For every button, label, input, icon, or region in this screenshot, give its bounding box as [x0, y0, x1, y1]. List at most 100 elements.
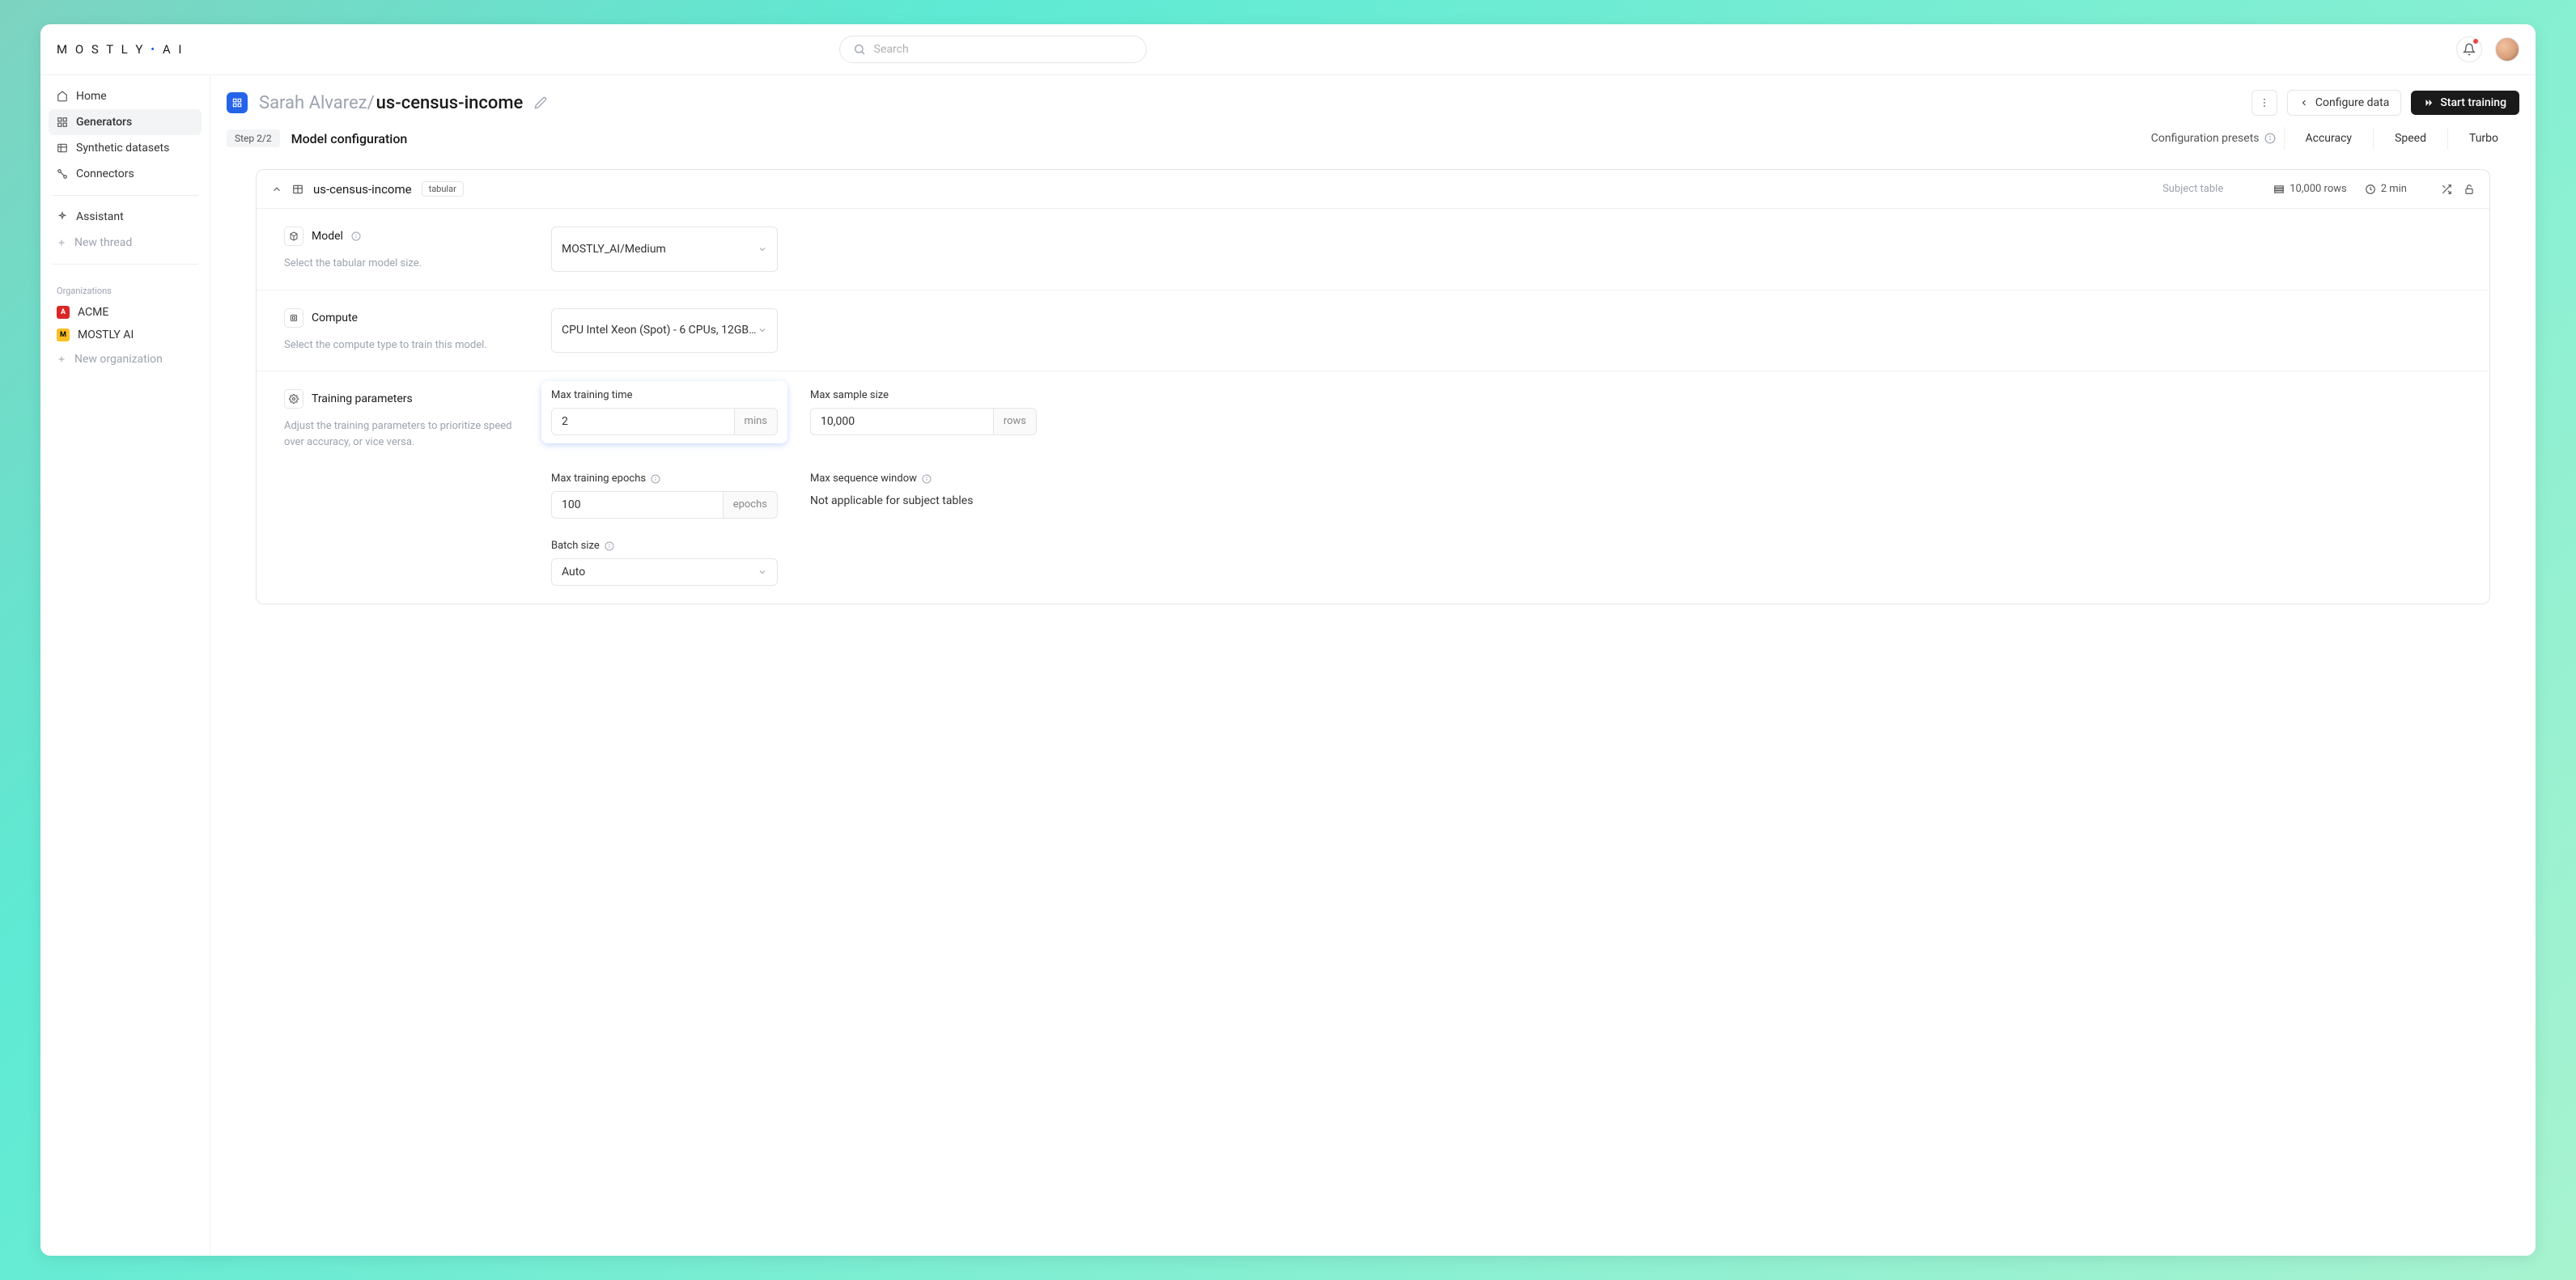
compute-select-value: CPU Intel Xeon (Spot) - 6 CPUs, 12GB… [562, 324, 757, 337]
max-sample-size-label: Max sample size [810, 389, 889, 401]
dots-vertical-icon [2259, 97, 2270, 108]
training-section-icon [284, 389, 303, 409]
table-icon [292, 184, 303, 195]
chevron-down-icon [758, 244, 767, 254]
info-icon[interactable] [922, 474, 932, 484]
chevron-up-icon[interactable] [271, 184, 282, 195]
batch-size-select[interactable]: Auto [551, 558, 778, 586]
info-icon [2264, 133, 2276, 144]
sidebar-item-label: Connectors [76, 167, 134, 180]
new-thread-label: New thread [74, 236, 132, 249]
new-thread-button[interactable]: New thread [49, 230, 202, 256]
generator-icon [227, 92, 248, 113]
rows-icon [2273, 184, 2285, 195]
breadcrumb: Sarah Alvarez/us-census-income [259, 93, 523, 113]
preset-speed[interactable]: Speed [2373, 127, 2447, 150]
configure-data-button[interactable]: Configure data [2287, 90, 2401, 116]
start-training-button[interactable]: Start training [2411, 91, 2519, 115]
clock-icon [2365, 184, 2376, 195]
compute-title: Compute [312, 312, 358, 324]
generators-icon [57, 117, 68, 128]
sidebar-item-assistant[interactable]: Assistant [49, 204, 202, 230]
model-section-icon [284, 227, 303, 246]
max-training-epochs-label: Max training epochs [551, 473, 646, 485]
play-icon [2424, 98, 2434, 108]
info-icon[interactable] [651, 474, 660, 484]
preset-turbo[interactable]: Turbo [2447, 127, 2519, 150]
model-select[interactable]: MOSTLY_AI/Medium [551, 227, 778, 272]
chevron-down-icon [758, 325, 767, 335]
sidebar-item-connectors[interactable]: Connectors [49, 161, 202, 187]
org-label: ACME [78, 306, 108, 319]
model-select-value: MOSTLY_AI/Medium [562, 243, 666, 256]
new-org-label: New organization [74, 353, 163, 366]
edit-icon[interactable] [534, 96, 547, 109]
compute-select[interactable]: CPU Intel Xeon (Spot) - 6 CPUs, 12GB… [551, 308, 778, 354]
org-item-acme[interactable]: A ACME [49, 301, 202, 324]
rows-stat: 10,000 rows [2273, 183, 2346, 195]
plus-icon [57, 354, 66, 364]
org-badge: A [57, 306, 70, 319]
org-label: MOSTLY AI [78, 328, 134, 341]
batch-size-value: Auto [562, 566, 585, 579]
presets-label: Configuration presets [2151, 132, 2276, 145]
max-sample-size-input[interactable] [810, 408, 993, 435]
training-desc: Adjust the training parameters to priori… [284, 418, 519, 450]
generator-name: us-census-income [376, 93, 524, 113]
search-box[interactable] [839, 36, 1147, 63]
owner-name[interactable]: Sarah Alvarez [259, 93, 367, 113]
max-seq-window-label: Max sequence window [810, 473, 917, 485]
max-training-time-input[interactable] [551, 408, 734, 435]
max-training-epochs-input[interactable] [551, 491, 723, 519]
connectors-icon [57, 168, 68, 180]
search-input[interactable] [874, 43, 1133, 56]
sidebar-item-label: Synthetic datasets [76, 142, 169, 155]
info-icon[interactable] [351, 231, 361, 241]
sidebar-item-label: Assistant [76, 210, 124, 223]
preset-accuracy[interactable]: Accuracy [2284, 127, 2374, 150]
notification-dot [2473, 39, 2478, 44]
table-type-tag: tabular [422, 181, 464, 197]
batch-size-label: Batch size [551, 540, 600, 552]
home-icon [57, 91, 68, 102]
training-title: Training parameters [312, 392, 413, 405]
subject-table-label: Subject table [2162, 183, 2223, 195]
sparkle-icon [57, 211, 68, 223]
shuffle-icon[interactable] [2441, 184, 2452, 195]
sidebar-item-synthetic-datasets[interactable]: Synthetic datasets [49, 135, 202, 161]
organizations-header: Organizations [49, 281, 202, 301]
max-seq-window-na: Not applicable for subject tables [810, 491, 1037, 507]
configure-data-label: Configure data [2315, 96, 2389, 109]
max-training-time-label: Max training time [551, 389, 632, 401]
start-training-label: Start training [2440, 96, 2506, 109]
info-icon[interactable] [605, 541, 614, 551]
chevron-down-icon [758, 567, 767, 577]
sidebar-item-home[interactable]: Home [49, 83, 202, 109]
sidebar-item-label: Home [76, 90, 107, 103]
model-desc: Select the tabular model size. [284, 256, 519, 272]
step-badge: Step 2/2 [227, 129, 280, 147]
model-title: Model [312, 230, 343, 243]
more-actions-button[interactable] [2251, 90, 2277, 116]
org-item-mostly-ai[interactable]: M MOSTLY AI [49, 324, 202, 346]
table-name: us-census-income [313, 182, 412, 197]
sidebar-item-label: Generators [76, 116, 132, 129]
lock-icon[interactable] [2464, 184, 2475, 195]
datasets-icon [57, 142, 68, 154]
rows-suffix: rows [993, 408, 1037, 435]
page-title: Model configuration [291, 131, 408, 146]
bell-icon [2463, 43, 2476, 56]
compute-section-icon [284, 308, 303, 328]
chevron-left-icon [2299, 98, 2309, 108]
new-organization-button[interactable]: New organization [49, 346, 202, 372]
user-avatar[interactable] [2495, 37, 2519, 61]
compute-desc: Select the compute type to train this mo… [284, 337, 519, 354]
mins-suffix: mins [734, 408, 778, 435]
sidebar-item-generators[interactable]: Generators [49, 109, 202, 135]
plus-icon [57, 238, 66, 248]
time-stat: 2 min [2365, 183, 2407, 195]
org-badge: M [57, 328, 70, 341]
notifications-button[interactable] [2456, 36, 2482, 62]
logo: M O S T L Y • A I [57, 42, 184, 57]
epochs-suffix: epochs [723, 491, 778, 519]
